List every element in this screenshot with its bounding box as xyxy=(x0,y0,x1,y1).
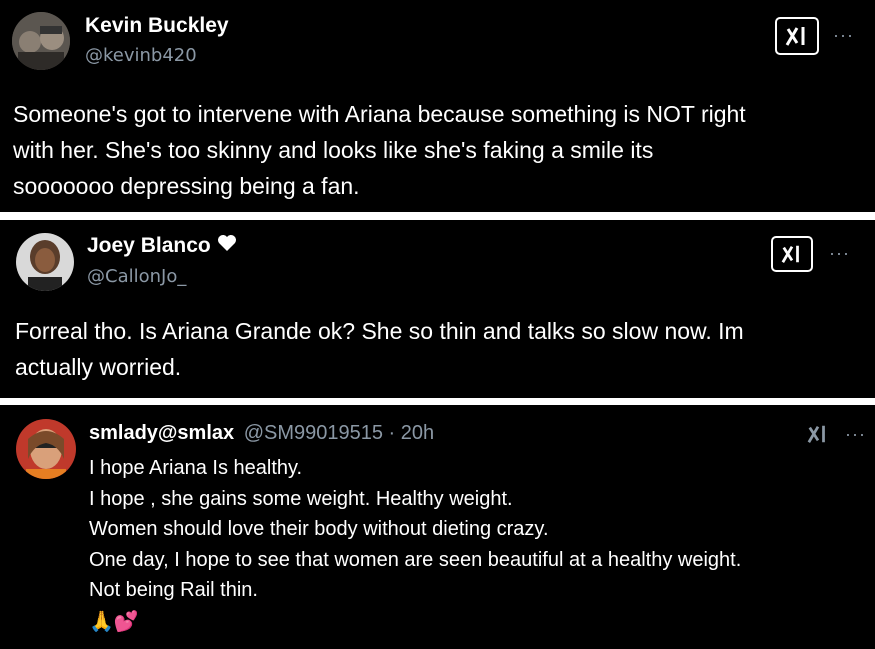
white-heart-icon xyxy=(217,234,237,258)
user-handle[interactable]: @SM99019515 · 20h xyxy=(244,422,434,444)
tweet-line: Someone's got to intervene with Ariana b… xyxy=(13,101,746,127)
grok-icon[interactable] xyxy=(771,236,813,272)
display-name[interactable]: smlady@smlax xyxy=(89,422,234,444)
grok-icon[interactable] xyxy=(806,423,830,450)
tweet-line: with her. She's too skinny and looks lik… xyxy=(13,137,654,163)
tweet-line: I hope Ariana Is healthy. xyxy=(89,457,303,479)
user-handle[interactable]: @CallonJo_ xyxy=(87,266,186,287)
tweet-line: Not being Rail thin. xyxy=(89,579,258,601)
tweet-card: Kevin Buckley @kevinb420 ··· Someone's g… xyxy=(0,0,875,212)
tweet-text: I hope Ariana Is healthy. I hope , she g… xyxy=(89,453,741,636)
tweet-line: Women should love their body without die… xyxy=(89,518,549,540)
avatar[interactable] xyxy=(16,419,76,479)
tweet-card: Joey Blanco @CallonJo_ ··· Forreal tho. … xyxy=(0,220,875,398)
more-icon[interactable]: ··· xyxy=(833,26,854,44)
tweet-text: Someone's got to intervene with Ariana b… xyxy=(13,96,746,204)
tweet-line: actually worried. xyxy=(15,354,182,380)
tweet-header: smlady@smlax @SM99019515 · 20h xyxy=(89,422,434,445)
grok-icon[interactable] xyxy=(775,17,819,55)
display-name-text[interactable]: Joey Blanco xyxy=(87,234,211,257)
tweet-line: sooooooo depressing being a fan. xyxy=(13,173,360,199)
tweet-card: smlady@smlax @SM99019515 · 20h ··· I hop… xyxy=(0,405,875,649)
tweet-line: One day, I hope to see that women are se… xyxy=(89,548,742,571)
more-icon[interactable]: ··· xyxy=(845,425,866,443)
emoji-line: 🙏💕 xyxy=(89,608,139,633)
more-icon[interactable]: ··· xyxy=(829,244,850,262)
avatar[interactable] xyxy=(16,233,74,291)
tweet-line: I hope , she gains some weight. Healthy … xyxy=(89,487,513,510)
tweet-text: Forreal tho. Is Ariana Grande ok? She so… xyxy=(15,313,744,385)
user-handle[interactable]: @kevinb420 xyxy=(85,45,197,66)
avatar[interactable] xyxy=(12,12,70,70)
tweet-line: Forreal tho. Is Ariana Grande ok? She so… xyxy=(15,318,744,344)
display-name[interactable]: Kevin Buckley xyxy=(85,14,229,38)
display-name[interactable]: Joey Blanco xyxy=(87,234,237,258)
